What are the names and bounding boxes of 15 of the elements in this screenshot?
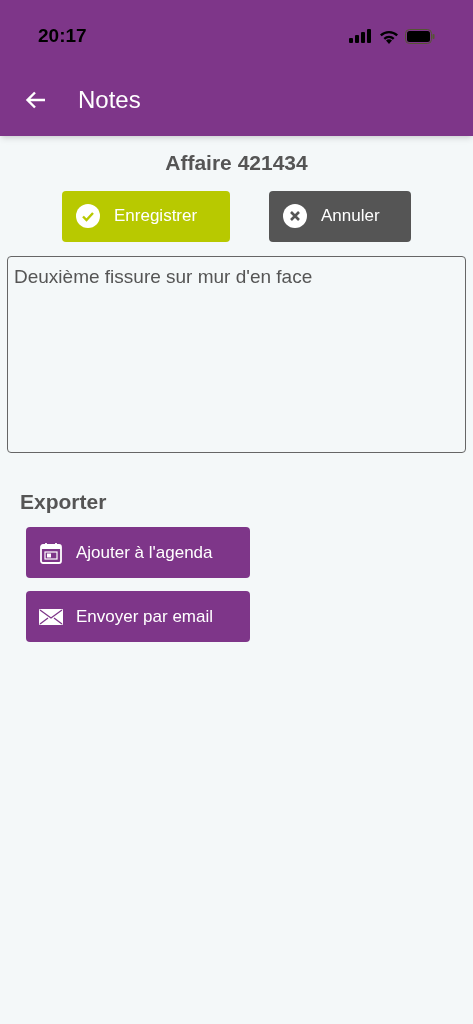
close-icon: [283, 204, 307, 228]
email-button[interactable]: Envoyer par email: [26, 591, 250, 642]
calendar-button[interactable]: Ajouter à l'agenda: [26, 527, 250, 578]
check-icon: [76, 204, 100, 228]
signal-icon: [349, 29, 373, 43]
cancel-button[interactable]: Annuler: [269, 190, 411, 242]
app-title: Notes: [78, 85, 141, 115]
note-field[interactable]: Deuxième fissure sur mur d'en face: [7, 255, 466, 453]
calendar-icon: [39, 540, 63, 565]
battery-icon: [405, 28, 435, 44]
mail-icon: [39, 607, 63, 626]
status-time: 20:17: [38, 23, 87, 48]
page-heading: Affaire 421434: [165, 150, 308, 176]
export-heading: Exporter: [20, 489, 107, 513]
wifi-icon: [379, 28, 399, 44]
